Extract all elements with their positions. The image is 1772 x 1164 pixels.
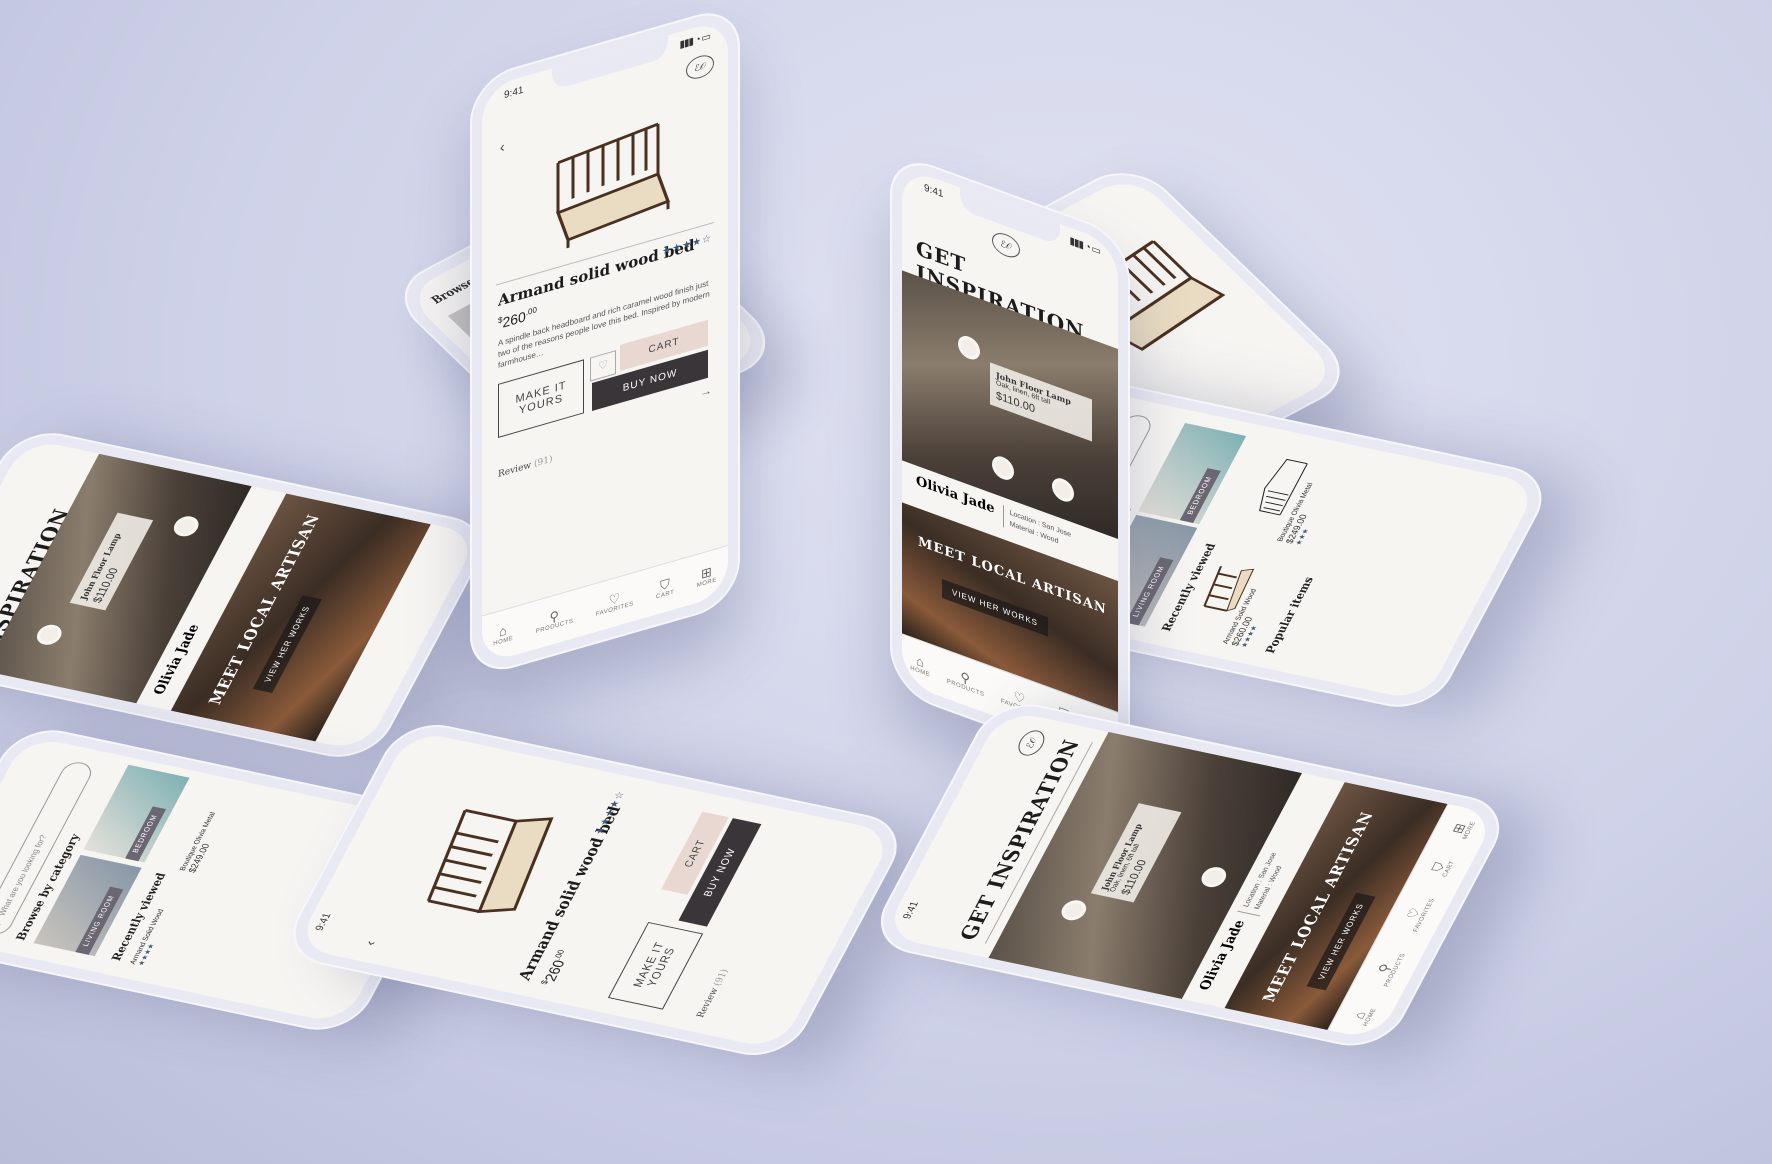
status-time: 9:41 [504, 84, 524, 102]
price-main: 260 [502, 307, 526, 331]
screen-inspiration-left: GET INSPIRATION John Floor Lamp $110.00 … [0, 438, 480, 752]
bed-image [555, 122, 671, 249]
nav-products[interactable]: ⚲ PRODUCTS [536, 604, 574, 635]
bottom-nav: ⌂HOME ⚲PRODUCTS ♡FAVORITES ⛉CART ⊞MORE [482, 545, 728, 665]
nav-more[interactable]: ⊞MORE [1448, 818, 1478, 840]
back-button[interactable]: ‹ [500, 138, 505, 155]
nav-cart[interactable]: ⛉CART [656, 575, 675, 601]
screen-product-bottom: 9:41 ‹ Armand solid wood bed ★★★★☆ $260.… [295, 729, 895, 1051]
notch [552, 35, 668, 91]
phone-inspiration-bottom-right: 9:41 ℰ𝒪 GET INSPIRATION John Floor Lamp … [864, 696, 1516, 1054]
nav-home[interactable]: ⌂ HOME [910, 651, 930, 678]
review-count: (91) [533, 454, 553, 470]
recent-item[interactable]: Boutique Olivia Metal $249.00 ★★★ [1234, 433, 1358, 547]
screen-inspiration: 9:41 ▮▮▮ ◔ ▭ ℰ𝒪 GET INSPIRATION John Flo… [902, 166, 1118, 761]
recent-item[interactable]: Boutique Olivia Metal $249.00 [179, 785, 295, 885]
price-main: 260 [540, 958, 568, 983]
nav-home[interactable]: ⌂ HOME [493, 622, 514, 648]
search-icon: ⚲ [0, 919, 3, 928]
hotspot-marker[interactable] [992, 453, 1014, 484]
review-text: Review [695, 987, 722, 1019]
category-label: BEDROOM [125, 806, 167, 862]
status-time: 9:41 [924, 182, 944, 201]
phone-inspiration-standing: 9:41 ▮▮▮ ◔ ▭ ℰ𝒪 GET INSPIRATION John Flo… [890, 150, 1130, 778]
make-it-yours-button[interactable]: MAKE IT YOURS [607, 921, 704, 1010]
nav-favorites[interactable]: ♡FAVORITES [1398, 895, 1436, 933]
hotspot-marker[interactable] [169, 514, 203, 539]
nav-products[interactable]: ⚲ PRODUCTS [1369, 950, 1408, 988]
screen-product: 9:41 ▮▮▮ ◔ ▭ ℰ𝒪 ‹ Armand solid wood bed … [482, 18, 728, 665]
review-link[interactable]: Review (91) [498, 454, 552, 480]
review-text: Review [498, 460, 532, 480]
nav-home[interactable]: ⌂ HOME [1348, 1005, 1378, 1027]
phone-inspiration-left: GET INSPIRATION John Floor Lamp $110.00 … [0, 424, 498, 766]
signal-icon: ▮▮▮ ◔ ▭ [679, 31, 710, 51]
status-time: 9:41 [313, 912, 334, 932]
review-link[interactable]: Review (91) [695, 968, 731, 1018]
arrow-right-icon[interactable]: → [700, 383, 712, 400]
nav-label: HOME [493, 635, 514, 648]
brand-logo[interactable]: ℰ𝒪 [1013, 728, 1050, 758]
make-it-yours-button[interactable]: MAKE IT YOURS [498, 359, 584, 438]
back-button[interactable]: ‹ [361, 939, 379, 947]
hotspot-marker[interactable] [1057, 898, 1091, 923]
price-cents: .00 [525, 305, 537, 318]
phone-product-standing: 9:41 ▮▮▮ ◔ ▭ ℰ𝒪 ‹ Armand solid wood bed … [470, 2, 740, 681]
category-bedroom[interactable]: BEDROOM [1138, 423, 1247, 525]
price-cents: .00 [552, 948, 567, 961]
lamp-tag[interactable]: John Floor Lamp Oak, linen, 6ft tall $11… [990, 362, 1092, 442]
nav-favorites[interactable]: ♡FAVORITES [596, 587, 634, 618]
nav-label: CART [656, 589, 675, 601]
nav-products[interactable]: ⚲ PRODUCTS [947, 665, 985, 699]
hotspot-marker[interactable] [958, 332, 980, 363]
item-name: Boutique Olivia Metal [179, 811, 218, 872]
status-time: 9:41 [901, 900, 922, 921]
category-label: BEDROOM [1179, 467, 1221, 523]
hotspot-marker[interactable] [1052, 474, 1074, 505]
nav-cart[interactable]: ⛉CART [1428, 857, 1456, 877]
phone-product-bottom: 9:41 ‹ Armand solid wood bed ★★★★☆ $260.… [277, 716, 913, 1064]
screen-inspiration-bottom-right: 9:41 ℰ𝒪 GET INSPIRATION John Floor Lamp … [882, 709, 1498, 1041]
brand-logo[interactable]: ℰ𝒪 [686, 52, 714, 83]
signal-icon: ▮▮▮ ◔ ▭ [1069, 235, 1100, 258]
nav-more[interactable]: ⊞MORE [697, 563, 717, 589]
hotspot-marker[interactable] [1197, 865, 1231, 890]
review-count: (91) [712, 968, 732, 987]
lamp-tag[interactable]: John Floor Lamp Oak, linen, 6ft tall $11… [1090, 803, 1182, 903]
item-price: $249.00 [186, 842, 212, 874]
nav-label: MORE [696, 577, 717, 589]
category-bedroom[interactable]: BEDROOM [83, 764, 190, 863]
lamp-tag[interactable]: John Floor Lamp $110.00 [69, 512, 154, 611]
brand-logo[interactable]: ℰ𝒪 [992, 229, 1020, 262]
hotspot-marker[interactable] [32, 622, 66, 647]
